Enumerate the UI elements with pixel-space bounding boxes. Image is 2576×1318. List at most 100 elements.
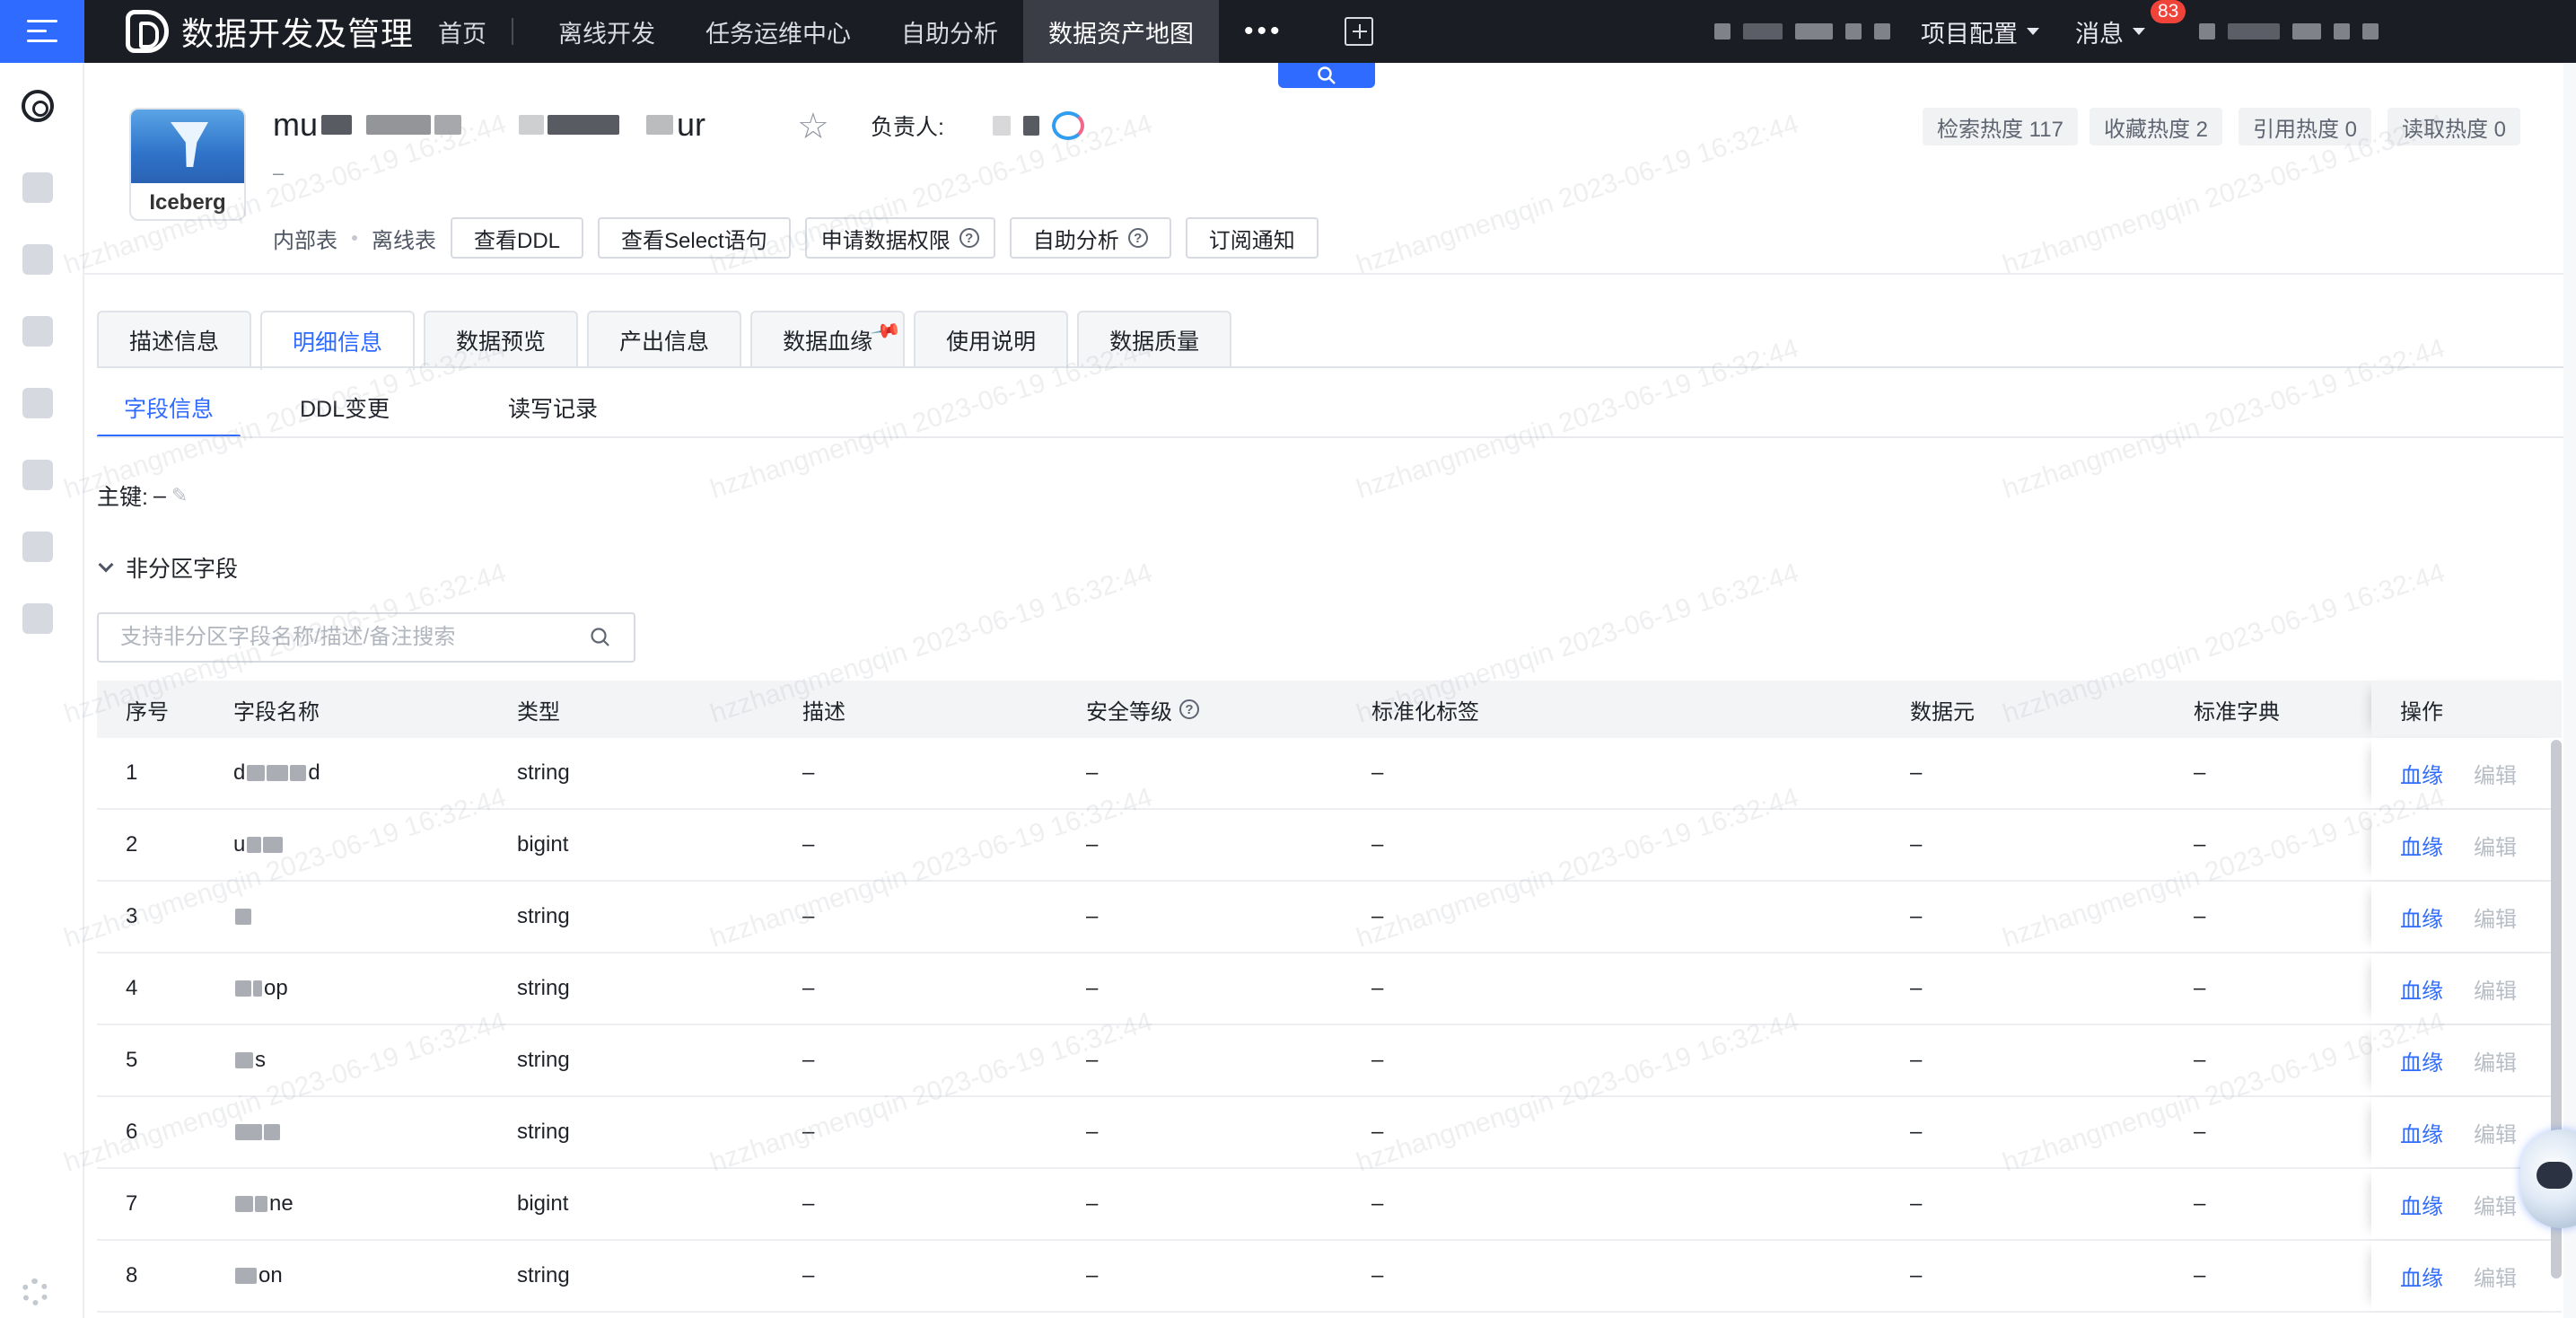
col-field-name: 字段名称 xyxy=(233,699,320,725)
nav-self-analysis[interactable]: 自助分析 xyxy=(876,0,1023,63)
grid-apps-icon[interactable] xyxy=(22,460,53,490)
edit-link-disabled[interactable]: 编辑 xyxy=(2474,1045,2517,1076)
help-icon[interactable]: ? xyxy=(1179,699,1199,719)
folder-icon[interactable] xyxy=(22,603,53,634)
project-config-menu[interactable]: 项目配置 xyxy=(1921,14,2039,49)
document-icon[interactable] xyxy=(22,244,53,275)
redacted-tool-icon[interactable] xyxy=(1795,23,1833,40)
table-row: 5 s string – – – – – 血缘 编辑 xyxy=(97,1025,2562,1097)
menu-toggle-button[interactable] xyxy=(0,0,84,63)
redacted-field-name xyxy=(247,837,262,853)
global-search-button[interactable] xyxy=(1278,63,1375,88)
field-name: op xyxy=(233,976,288,1001)
home-icon[interactable] xyxy=(22,172,53,203)
redacted-user-info[interactable] xyxy=(2334,23,2350,40)
field-type: string xyxy=(517,1048,570,1072)
subtab-ddl-changes[interactable]: DDL变更 xyxy=(241,377,449,438)
edit-link-disabled[interactable]: 编辑 xyxy=(2474,973,2517,1005)
self-analysis-button[interactable]: 自助分析? xyxy=(1009,217,1171,259)
field-data-element: – xyxy=(1910,1120,1923,1144)
subscribe-button[interactable]: 订阅通知 xyxy=(1185,217,1319,259)
subtab-read-write-log[interactable]: 读写记录 xyxy=(449,377,657,438)
edit-link-disabled[interactable]: 编辑 xyxy=(2474,1189,2517,1220)
edit-link-disabled[interactable]: 编辑 xyxy=(2474,758,2517,789)
lineage-link[interactable]: 血缘 xyxy=(2400,973,2443,1005)
im-chat-icon[interactable] xyxy=(1051,111,1084,140)
help-icon[interactable]: ? xyxy=(1127,228,1148,248)
tab-usage[interactable]: 使用说明 xyxy=(914,311,1069,368)
table-row: 2 u bigint – – – – – 血缘 编辑 xyxy=(97,810,2562,882)
row-index: 3 xyxy=(126,904,138,928)
assistant-robot-icon[interactable] xyxy=(2520,1129,2576,1228)
tab-data-preview[interactable]: 数据预览 xyxy=(424,311,579,368)
tab-output-info[interactable]: 产出信息 xyxy=(587,311,742,368)
nav-more-button[interactable]: ••• xyxy=(1219,0,1309,63)
main-nav: 首页 离线开发 任务运维中心 自助分析 数据资产地图 ••• xyxy=(413,0,1373,63)
box-icon[interactable] xyxy=(22,316,53,347)
redacted-text xyxy=(366,115,432,135)
asset-search-icon[interactable] xyxy=(22,90,54,122)
building-icon[interactable] xyxy=(22,388,53,418)
lineage-link[interactable]: 血缘 xyxy=(2400,1261,2443,1292)
favorite-star-icon[interactable]: ☆ xyxy=(797,106,829,147)
apply-permission-button[interactable]: 申请数据权限? xyxy=(804,217,995,259)
edit-link-disabled[interactable]: 编辑 xyxy=(2474,830,2517,861)
field-name: u xyxy=(233,832,285,857)
redacted-tool-icon[interactable] xyxy=(1874,23,1890,40)
app-brand[interactable]: 数据开发及管理 xyxy=(126,0,414,63)
subtabs-divider xyxy=(97,436,2567,438)
field-standard-tag: – xyxy=(1371,832,1384,857)
view-ddl-button[interactable]: 查看DDL xyxy=(451,217,584,259)
lineage-link[interactable]: 血缘 xyxy=(2400,901,2443,933)
user-settings-icon[interactable] xyxy=(22,532,53,562)
help-icon[interactable]: ? xyxy=(959,228,979,248)
lineage-link[interactable]: 血缘 xyxy=(2400,1117,2443,1148)
redacted-user-info[interactable] xyxy=(2362,23,2379,40)
redacted-tool-icon[interactable] xyxy=(1714,23,1730,40)
lineage-link[interactable]: 血缘 xyxy=(2400,830,2443,861)
add-shortcut-icon[interactable] xyxy=(1344,17,1373,46)
view-select-button[interactable]: 查看Select语句 xyxy=(598,217,791,259)
edit-link-disabled[interactable]: 编辑 xyxy=(2474,1117,2517,1148)
lineage-link[interactable]: 血缘 xyxy=(2400,758,2443,789)
table-kind-label: 离线表 xyxy=(372,228,436,253)
redacted-field-name xyxy=(264,1124,280,1140)
field-name-visible: d xyxy=(233,760,246,785)
non-partition-section-toggle[interactable]: 非分区字段 xyxy=(98,551,238,584)
nav-home[interactable]: 首页 xyxy=(413,0,512,63)
subtab-field-info[interactable]: 字段信息 xyxy=(97,377,241,438)
field-standard-tag: – xyxy=(1371,904,1384,928)
tabs-divider xyxy=(97,366,2567,368)
field-standard-dict: – xyxy=(2194,904,2206,928)
redacted-user-info[interactable] xyxy=(2228,23,2280,40)
redacted-field-name xyxy=(235,1268,257,1284)
settings-gear-icon[interactable] xyxy=(22,1278,48,1305)
row-actions: 血缘 编辑 xyxy=(2400,1189,2517,1220)
lineage-link[interactable]: 血缘 xyxy=(2400,1189,2443,1220)
nav-ops-center[interactable]: 任务运维中心 xyxy=(680,0,876,63)
tab-lineage[interactable]: 数据血缘 📌 xyxy=(750,311,906,368)
lineage-link[interactable]: 血缘 xyxy=(2400,1045,2443,1076)
field-search-input[interactable] xyxy=(120,625,589,650)
redacted-user-info[interactable] xyxy=(2292,23,2321,40)
nav-offline-dev[interactable]: 离线开发 xyxy=(513,0,680,63)
edit-pencil-icon[interactable]: ✎ xyxy=(171,484,188,507)
messages-menu[interactable]: 消息 83 xyxy=(2075,0,2186,49)
field-type: string xyxy=(517,1263,570,1287)
redacted-tool-icon[interactable] xyxy=(1743,23,1783,40)
row-index: 7 xyxy=(126,1191,138,1216)
redacted-tool-icon[interactable] xyxy=(1845,23,1862,40)
redacted-user-info[interactable] xyxy=(2199,23,2215,40)
row-actions: 血缘 编辑 xyxy=(2400,1261,2517,1292)
tab-description[interactable]: 描述信息 xyxy=(97,311,252,368)
tab-details[interactable]: 明细信息 xyxy=(260,311,416,370)
row-index: 5 xyxy=(126,1048,138,1072)
edit-link-disabled[interactable]: 编辑 xyxy=(2474,1261,2517,1292)
redacted-field-name xyxy=(255,1196,267,1212)
row-index: 2 xyxy=(126,832,138,857)
nav-asset-map[interactable]: 数据资产地图 xyxy=(1023,0,1219,63)
search-icon[interactable] xyxy=(589,626,612,649)
tab-data-quality[interactable]: 数据质量 xyxy=(1077,311,1232,368)
field-name-tail: s xyxy=(255,1048,266,1072)
edit-link-disabled[interactable]: 编辑 xyxy=(2474,901,2517,933)
